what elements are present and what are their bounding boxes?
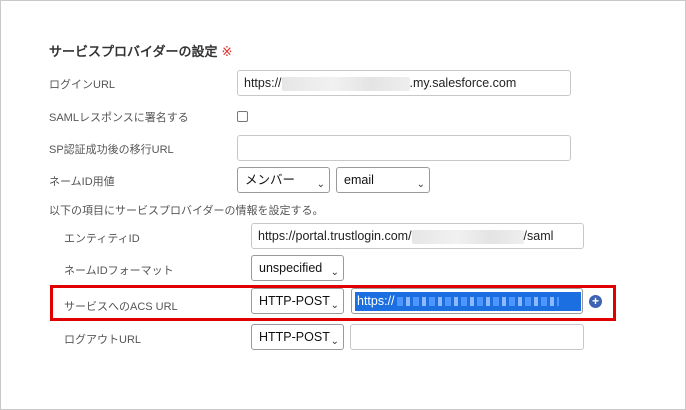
name-id-format-label: ネームIDフォーマット [64,265,174,277]
acs-url-label: サービスへのACS URL [64,301,178,313]
login-url-label: ログインURL [49,79,116,91]
provider-info-text: 以下の項目にサービスプロバイダーの情報を設定する。 [49,205,324,217]
acs-url-selected-text: https:// [355,292,581,311]
required-mark: ※ [221,44,233,59]
sp-redirect-input[interactable] [237,135,571,161]
section-title: サービスプロバイダーの設定 ※ [49,44,233,59]
chevron-down-icon: ⌄ [416,179,425,190]
entity-id-input[interactable]: https://portal.trustlogin.com//saml [251,223,584,249]
chevron-down-icon: ⌄ [330,300,339,311]
entity-id-label: エンティティID [64,233,140,245]
logout-url-method-select[interactable]: HTTP-POST ⌄ [251,324,344,350]
sp-redirect-label: SP認証成功後の移行URL [49,144,174,156]
chevron-down-icon: ⌄ [330,267,339,278]
redacted-text [281,76,410,91]
name-id-attribute-select[interactable]: email ⌄ [336,167,430,193]
logout-url-input[interactable] [350,324,584,350]
chevron-down-icon: ⌄ [330,336,339,347]
settings-panel: サービスプロバイダーの設定 ※ ログインURL https://.my.sales… [0,0,686,410]
acs-url-input[interactable]: https:// [351,288,583,314]
plus-circle-icon[interactable]: + [589,295,602,308]
logout-url-label: ログアウトURL [64,334,142,346]
login-url-input[interactable]: https://.my.salesforce.com [237,70,571,96]
name-id-format-select[interactable]: unspecified ⌄ [251,255,344,281]
chevron-down-icon: ⌄ [316,179,325,190]
saml-sign-checkbox[interactable] [237,111,248,122]
saml-sign-label: SAMLレスポンスに署名する [49,112,189,124]
redacted-text [411,229,524,244]
redacted-text [396,297,559,307]
acs-url-method-select[interactable]: HTTP-POST ⌄ [251,288,344,314]
name-id-usage-label: ネームID用値 [49,176,115,188]
name-id-usage-select[interactable]: メンバー ⌄ [237,167,330,193]
